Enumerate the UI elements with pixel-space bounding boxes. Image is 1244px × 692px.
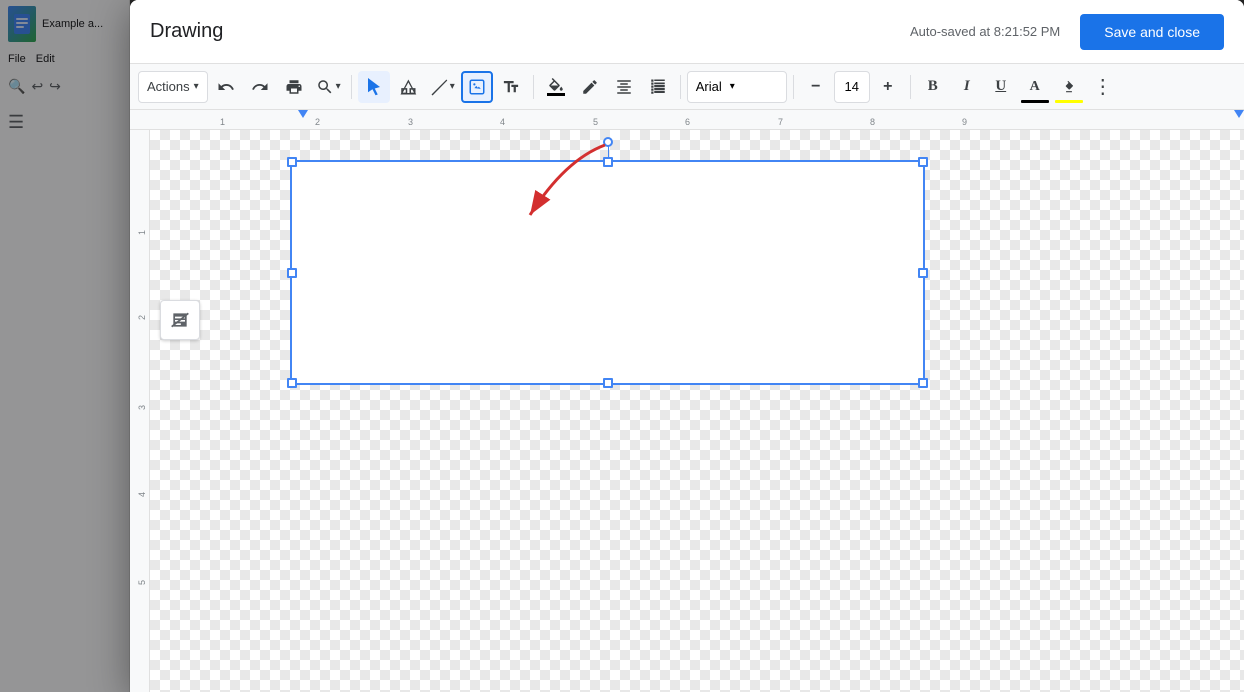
fill-color-button[interactable]: [540, 71, 572, 103]
font-size-increase[interactable]: +: [872, 71, 904, 103]
ruler-indicator-right: [1234, 110, 1244, 118]
line-button[interactable]: ▾: [426, 71, 459, 103]
italic-button[interactable]: I: [951, 71, 983, 103]
drawing-canvas[interactable]: 1 2 3 4 5 6 7 8 9 1 2 3 4 5: [130, 110, 1244, 692]
toolbar-divider-2: [533, 75, 534, 99]
actions-dropdown-icon: ▾: [194, 81, 199, 92]
wrap-icon-button[interactable]: [160, 300, 200, 340]
ruler-vtick-2: 2: [137, 315, 147, 320]
ruler-vtick-5: 5: [137, 580, 147, 585]
undo-button[interactable]: [210, 71, 242, 103]
ruler-tick-9: 9: [962, 117, 967, 127]
redo-button[interactable]: [244, 71, 276, 103]
highlight-button[interactable]: [1053, 71, 1085, 103]
actions-label: Actions: [147, 79, 190, 94]
handle-top-left[interactable]: [287, 157, 297, 167]
handle-middle-left[interactable]: [287, 268, 297, 278]
canvas-area[interactable]: [150, 130, 1244, 692]
handle-bottom-left[interactable]: [287, 378, 297, 388]
line-color-button[interactable]: [574, 71, 606, 103]
ruler-vertical: 1 2 3 4 5: [130, 130, 150, 692]
ruler-tick-8: 8: [870, 117, 875, 127]
toolbar-divider-1: [351, 75, 352, 99]
line-dropdown-icon: ▾: [450, 81, 455, 92]
ruler-tick-1: 1: [220, 117, 225, 127]
font-color-button[interactable]: A: [1019, 71, 1051, 103]
font-size-input[interactable]: 14: [834, 71, 870, 103]
dialog-header: Drawing Auto-saved at 8:21:52 PM Save an…: [130, 0, 1244, 64]
align-button[interactable]: [608, 71, 640, 103]
ruler-tick-2: 2: [315, 117, 320, 127]
more-options-button[interactable]: ⋮: [1087, 71, 1119, 103]
underline-button[interactable]: U: [985, 71, 1017, 103]
handle-top-center[interactable]: [603, 157, 613, 167]
font-size-decrease[interactable]: −: [800, 71, 832, 103]
handle-bottom-center[interactable]: [603, 378, 613, 388]
zoom-dropdown-icon: ▾: [336, 81, 341, 92]
actions-button[interactable]: Actions ▾: [138, 71, 208, 103]
textbox-button[interactable]: [495, 71, 527, 103]
toolbar-divider-5: [910, 75, 911, 99]
toolbar-divider-4: [793, 75, 794, 99]
image-button[interactable]: [461, 71, 493, 103]
shape-button[interactable]: [392, 71, 424, 103]
font-name: Arial: [696, 79, 722, 94]
ruler-vtick-4: 4: [137, 492, 147, 497]
para-align-button[interactable]: [642, 71, 674, 103]
ruler-tick-5: 5: [593, 117, 598, 127]
ruler-indicator: [298, 110, 308, 118]
ruler-horizontal: 1 2 3 4 5 6 7 8 9: [130, 110, 1244, 130]
selected-image-element[interactable]: [290, 160, 925, 385]
select-button[interactable]: [358, 71, 390, 103]
toolbar-divider-3: [680, 75, 681, 99]
ruler-vtick-1: 1: [137, 230, 147, 235]
ruler-tick-3: 3: [408, 117, 413, 127]
zoom-button[interactable]: ▾: [312, 71, 345, 103]
handle-bottom-right[interactable]: [918, 378, 928, 388]
ruler-tick-6: 6: [685, 117, 690, 127]
ruler-vtick-3: 3: [137, 405, 147, 410]
font-size-area: − 14 +: [800, 71, 904, 103]
print-button[interactable]: [278, 71, 310, 103]
save-close-button[interactable]: Save and close: [1080, 14, 1224, 50]
handle-middle-right[interactable]: [918, 268, 928, 278]
ruler-tick-7: 7: [778, 117, 783, 127]
bold-button[interactable]: B: [917, 71, 949, 103]
drawing-dialog: Drawing Auto-saved at 8:21:52 PM Save an…: [130, 0, 1244, 692]
ruler-tick-4: 4: [500, 117, 505, 127]
font-selector[interactable]: Arial ▾: [687, 71, 787, 103]
dialog-title: Drawing: [150, 20, 910, 43]
font-dropdown-icon: ▾: [730, 81, 735, 92]
drawing-toolbar: Actions ▾ ▾ ▾: [130, 64, 1244, 110]
autosave-status: Auto-saved at 8:21:52 PM: [910, 24, 1060, 39]
rotate-handle[interactable]: [603, 137, 613, 147]
handle-top-right[interactable]: [918, 157, 928, 167]
